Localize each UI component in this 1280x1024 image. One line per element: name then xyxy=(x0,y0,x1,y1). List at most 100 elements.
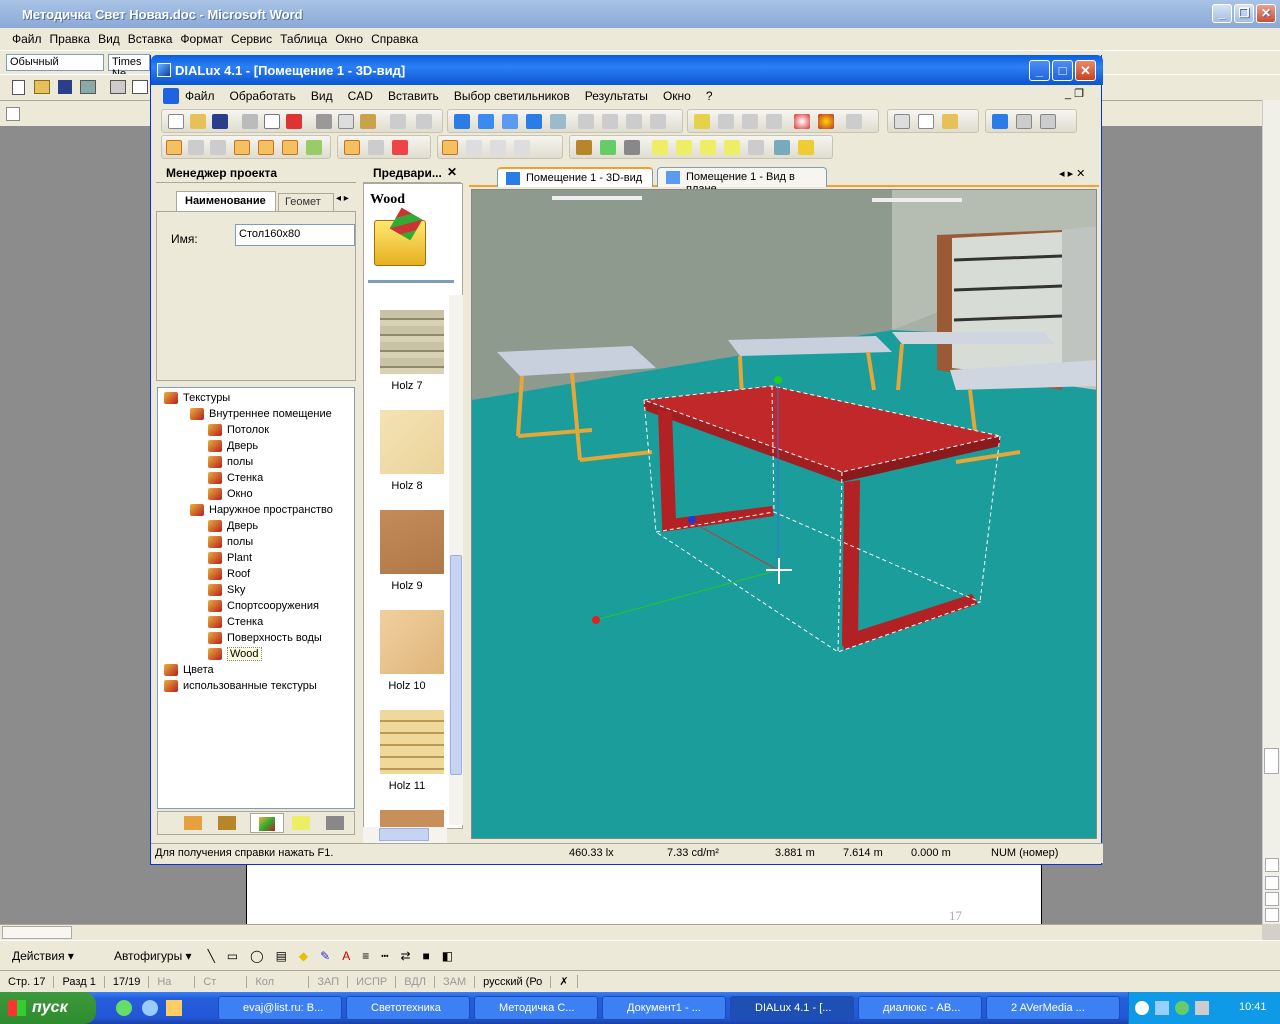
save-icon[interactable] xyxy=(212,114,228,129)
quicklaunch-app-icon[interactable] xyxy=(166,1000,182,1016)
table-icon[interactable] xyxy=(894,114,910,129)
orbit-icon[interactable] xyxy=(490,140,506,155)
textures-tab-icon[interactable] xyxy=(259,817,275,831)
shape-c-icon[interactable] xyxy=(700,140,716,155)
status-rec[interactable]: ЗАП xyxy=(309,975,349,988)
print-icon[interactable] xyxy=(242,114,258,129)
calculate-icon[interactable] xyxy=(694,114,710,129)
dialux-minimize-button[interactable]: _ xyxy=(1029,60,1050,81)
dialux-maximize-button[interactable]: □ xyxy=(1052,60,1073,81)
preview-vertical-scrollbar[interactable] xyxy=(449,295,463,825)
snap-b-icon[interactable] xyxy=(368,140,384,155)
task-button-active[interactable]: DIALux 4.1 - [... xyxy=(730,996,854,1020)
word-menu-file[interactable]: Файл xyxy=(12,32,42,46)
word-vertical-scrollbar[interactable] xyxy=(1262,100,1280,924)
tool-a-icon[interactable] xyxy=(578,114,594,129)
tool-c-icon[interactable] xyxy=(626,114,642,129)
select-surface-icon[interactable] xyxy=(282,140,298,155)
new-file-icon[interactable] xyxy=(168,114,184,129)
tile-horizontal-icon[interactable] xyxy=(1016,114,1032,129)
fill-color-icon[interactable]: ◆ xyxy=(299,949,308,963)
extrude-icon[interactable] xyxy=(624,140,640,155)
select-group-icon[interactable] xyxy=(258,140,274,155)
word-menu-format[interactable]: Формат xyxy=(180,32,223,46)
line-color-icon[interactable]: ✎ xyxy=(320,949,330,963)
tab-name[interactable]: Наименование xyxy=(176,191,276,211)
dialux-close-button[interactable]: ✕ xyxy=(1075,60,1096,81)
dash-style-icon[interactable]: ┅ xyxy=(381,949,388,963)
zoom-icon[interactable] xyxy=(466,140,482,155)
word-minimize-button[interactable]: _ xyxy=(1212,4,1232,23)
network-icon[interactable] xyxy=(1155,1001,1169,1015)
textbox-tool-icon[interactable]: ▤ xyxy=(276,949,287,963)
dlx-menu-view[interactable]: Вид xyxy=(311,89,333,103)
quicklaunch-ie-icon[interactable] xyxy=(142,1000,158,1016)
word-style-select[interactable]: Обычный xyxy=(6,54,104,71)
tree-item[interactable]: Wood xyxy=(208,646,262,662)
tree-item[interactable]: Поверхность воды xyxy=(208,630,322,646)
word-close-button[interactable]: ✕ xyxy=(1256,4,1276,23)
cut-icon[interactable] xyxy=(316,114,332,129)
select-texture-icon[interactable] xyxy=(306,140,322,155)
antivirus-icon[interactable] xyxy=(1175,1001,1189,1015)
pan-icon[interactable] xyxy=(514,140,530,155)
calc-e-icon[interactable] xyxy=(846,114,862,129)
texture-holz8[interactable] xyxy=(380,410,444,474)
tree-item[interactable]: Plant xyxy=(208,550,252,566)
preview-close-icon[interactable]: ✕ xyxy=(447,165,457,179)
light-scene-icon[interactable] xyxy=(818,114,834,129)
shape-a-icon[interactable] xyxy=(652,140,668,155)
tool-d-icon[interactable] xyxy=(650,114,666,129)
dlx-menu-results[interactable]: Результаты xyxy=(585,89,648,103)
output-tab-icon[interactable] xyxy=(326,816,344,830)
word-page[interactable]: 17 xyxy=(246,860,1042,924)
objects-tab-icon[interactable] xyxy=(218,816,236,830)
snap-c-icon[interactable] xyxy=(392,140,408,155)
dlx-menu-insert[interactable]: Вставить xyxy=(388,89,439,103)
mdi-controls[interactable]: _ ❐ xyxy=(1065,87,1084,100)
shape-e-icon[interactable] xyxy=(748,140,764,155)
texture-holz7[interactable] xyxy=(380,310,444,374)
quicklaunch-icon[interactable] xyxy=(116,1000,132,1016)
clock[interactable]: 10:41 xyxy=(1239,1001,1267,1013)
select-mode-icon[interactable] xyxy=(166,140,182,155)
tree-item[interactable]: Наружное пространство xyxy=(190,502,333,518)
magnet-icon[interactable] xyxy=(344,140,360,155)
luminaires-tab-icon[interactable] xyxy=(292,816,310,830)
tree-item[interactable]: Дверь xyxy=(208,438,258,454)
shape-b-icon[interactable] xyxy=(676,140,692,155)
select-object-icon[interactable] xyxy=(234,140,250,155)
tree-item[interactable]: использованные текстуры xyxy=(164,678,317,694)
side-view-icon[interactable] xyxy=(502,114,518,129)
shape-d-icon[interactable] xyxy=(724,140,740,155)
tree-item[interactable]: Спортсооружения xyxy=(208,598,319,614)
arrow-style-icon[interactable]: ⇄ xyxy=(400,949,410,963)
preview-scroll-thumb[interactable] xyxy=(450,555,462,775)
pointer-icon[interactable] xyxy=(442,140,458,155)
tree-item[interactable]: Окно xyxy=(208,486,253,502)
tab-plan-view[interactable]: Помещение 1 - Вид в плане xyxy=(657,167,827,195)
luminaire-array-icon[interactable] xyxy=(774,140,790,155)
target-icon[interactable] xyxy=(794,114,810,129)
word-menu-insert[interactable]: Вставка xyxy=(128,32,173,46)
prev-page-icon[interactable] xyxy=(1265,876,1279,890)
word-horizontal-scrollbar[interactable] xyxy=(0,924,1262,940)
save-icon[interactable] xyxy=(58,80,72,94)
task-button[interactable]: Светотехника xyxy=(346,996,470,1020)
word-menu-help[interactable]: Справка xyxy=(371,32,418,46)
report-icon[interactable] xyxy=(918,114,934,129)
3d-scene[interactable] xyxy=(472,190,1097,839)
open-icon[interactable] xyxy=(190,114,206,129)
word-restore-button[interactable]: ❐ xyxy=(1234,4,1254,23)
calc-c-icon[interactable] xyxy=(742,114,758,129)
tray-expand-icon[interactable] xyxy=(1135,1001,1149,1015)
paste-icon[interactable] xyxy=(360,114,376,129)
line-tool-icon[interactable]: ╲ xyxy=(208,949,215,963)
line-style-icon[interactable]: ≡ xyxy=(362,949,369,963)
key-icon[interactable] xyxy=(942,114,958,129)
move-icon[interactable] xyxy=(188,140,204,155)
task-button[interactable]: evaj@list.ru: B... xyxy=(218,996,342,1020)
front-view-icon[interactable] xyxy=(526,114,542,129)
calc-b-icon[interactable] xyxy=(718,114,734,129)
texture-holz9[interactable] xyxy=(380,510,444,574)
